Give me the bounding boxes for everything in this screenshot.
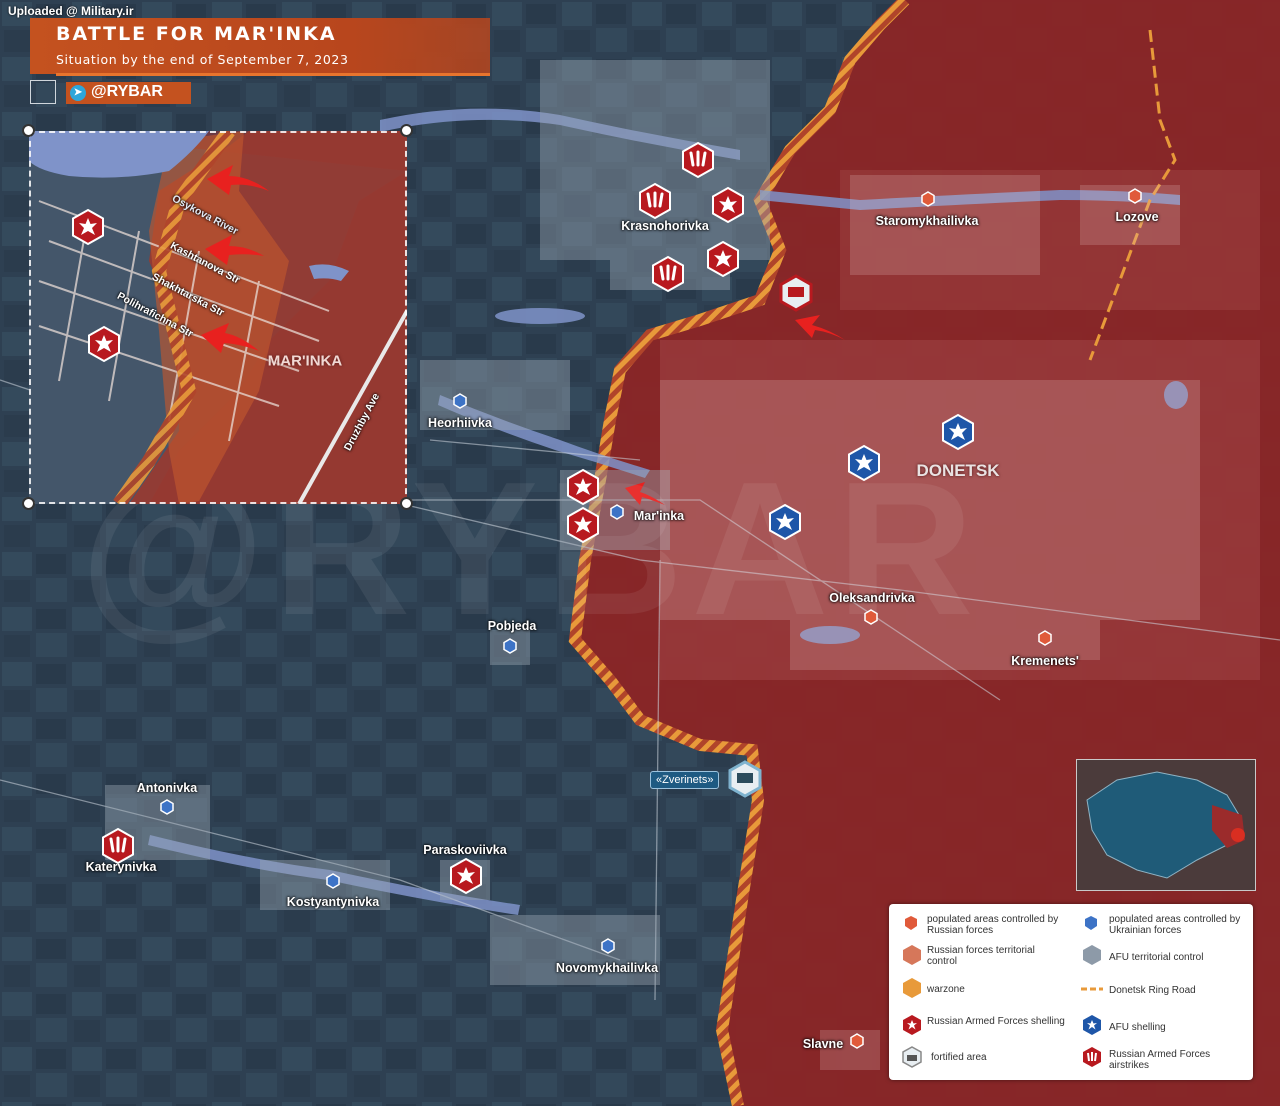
- fortification-icon: [902, 1046, 922, 1068]
- warzone-swatch-icon: [903, 978, 921, 998]
- city-label: DONETSK: [916, 461, 1000, 480]
- place-label: Novomykhailivka: [555, 961, 659, 975]
- overview-minimap: [1076, 759, 1256, 891]
- red-hexagon-pin-icon: [905, 916, 917, 930]
- map-title: BATTLE FOR MAR'INKA: [56, 23, 337, 45]
- legend-ru-airstrikes: Russian Armed Forces airstrikes: [1109, 1049, 1211, 1071]
- place-label: Kostyantynivka: [286, 895, 380, 909]
- title-underline: [56, 73, 490, 76]
- place-label: Krasnohorivka: [621, 219, 709, 233]
- telegram-icon: ➤: [70, 85, 86, 101]
- afu-explosion-icon: [1083, 1015, 1101, 1035]
- legend-afu-shelling: AFU shelling: [1109, 1022, 1166, 1033]
- fortified-area-label: «Zverinets»: [650, 771, 720, 789]
- legend-ru-populated: populated areas controlled by Russian fo…: [927, 914, 1059, 936]
- place-label: Slavne: [802, 1037, 844, 1051]
- brand-badge[interactable]: ➤ @RYBAR: [66, 82, 191, 104]
- inset-handle[interactable]: [400, 497, 413, 510]
- explosion-icon: [903, 1015, 921, 1035]
- place-label: Heorhiivka: [428, 416, 492, 430]
- inset-handle[interactable]: [22, 124, 35, 137]
- title-square: [30, 80, 56, 104]
- legend-ru-shelling: Russian Armed Forces shelling: [927, 1016, 1065, 1027]
- place-label: Lozove: [1115, 210, 1159, 224]
- inset-handle[interactable]: [400, 124, 413, 137]
- inset-town-label: MAR'INKA: [267, 352, 343, 370]
- legend-afu-territory: AFU territorial control: [1109, 952, 1204, 963]
- place-label: Pobjeda: [487, 619, 537, 633]
- place-label: Antonivka: [136, 781, 198, 795]
- airstrike-icon: [1083, 1047, 1101, 1067]
- minimap-svg: [1077, 760, 1255, 890]
- blue-hexagon-pin-icon: [1085, 916, 1097, 930]
- upload-note: Uploaded @ Military.ir: [8, 4, 134, 18]
- inset-handle[interactable]: [22, 497, 35, 510]
- place-label: Oleksandrivka: [829, 591, 915, 605]
- place-label: Mar'inka: [633, 509, 685, 523]
- place-label: Staromykhailivka: [875, 214, 979, 228]
- ring-road-swatch-icon: [1081, 987, 1103, 991]
- map-subtitle: Situation by the end of September 7, 202…: [56, 52, 349, 67]
- legend: populated areas controlled by Russian fo…: [889, 904, 1253, 1080]
- legend-ru-territory: Russian forces territorial control: [927, 945, 1035, 967]
- territory-swatch-icon: [903, 945, 921, 965]
- brand-label: @RYBAR: [91, 83, 163, 100]
- legend-ring-road: Donetsk Ring Road: [1109, 985, 1196, 996]
- territory-swatch-icon: [1083, 945, 1101, 965]
- place-label: Paraskoviivka: [423, 843, 507, 857]
- title-box: BATTLE FOR MAR'INKA Situation by the end…: [30, 18, 490, 74]
- legend-fortified: fortified area: [931, 1052, 987, 1063]
- place-label: Katerynivka: [85, 860, 157, 874]
- place-label: Kremenets': [1011, 654, 1079, 668]
- legend-warzone: warzone: [927, 984, 965, 995]
- legend-ua-populated: populated areas controlled by Ukrainian …: [1109, 914, 1241, 936]
